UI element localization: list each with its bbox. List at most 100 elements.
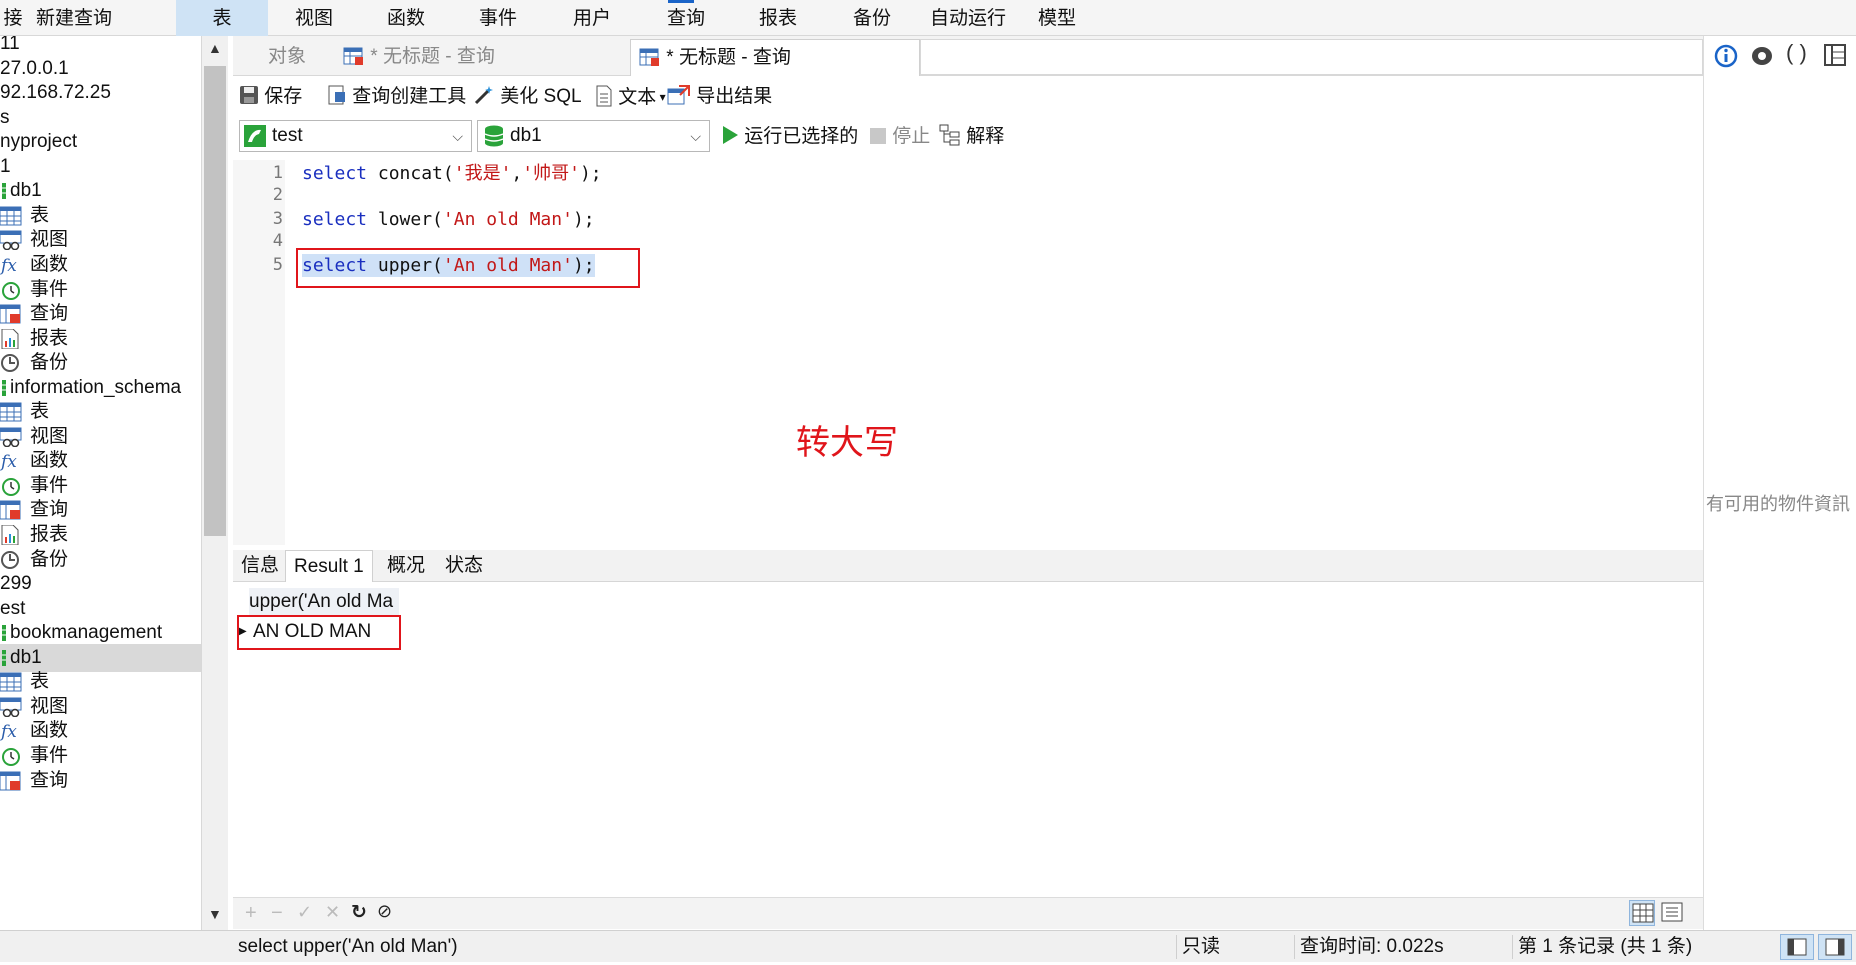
backup-icon bbox=[0, 550, 22, 570]
panel-layout-icon[interactable] bbox=[1824, 44, 1846, 71]
text-document-icon bbox=[596, 85, 612, 107]
stop-button[interactable]: 停止 bbox=[869, 122, 930, 152]
view-icon bbox=[0, 697, 22, 718]
toggle-left-panel-icon[interactable] bbox=[1780, 934, 1814, 960]
menu-reports[interactable]: 报表 bbox=[732, 0, 824, 36]
backup-icon bbox=[0, 353, 22, 373]
status-bar: select upper('An old Man') 只读 查询时间: 0.02… bbox=[0, 930, 1856, 962]
menu-users[interactable]: 用户 bbox=[546, 0, 638, 36]
tab-profile[interactable]: 概况 bbox=[379, 550, 433, 582]
code-line-3[interactable]: select lower('An old Man'); bbox=[302, 208, 595, 231]
scroll-up-arrow-icon[interactable]: ▲ bbox=[208, 40, 222, 56]
ddl-eye-icon[interactable] bbox=[1750, 44, 1774, 73]
status-separator bbox=[1512, 935, 1513, 959]
text-button[interactable]: 文本 ▾ bbox=[595, 82, 666, 112]
menu-functions[interactable]: 函数 bbox=[360, 0, 452, 36]
scroll-down-arrow-icon[interactable]: ▼ bbox=[208, 906, 222, 922]
run-selected-button[interactable]: 运行已选择的 bbox=[721, 122, 858, 152]
line-number-gutter: 1 2 3 4 5 bbox=[233, 160, 285, 545]
magic-wand-icon bbox=[474, 86, 493, 105]
query-tab-icon bbox=[639, 43, 661, 66]
delete-record-icon[interactable]: − bbox=[271, 902, 283, 925]
tab-query-1[interactable]: * 无标题 - 查询 bbox=[335, 39, 625, 76]
connection-select[interactable]: test ⌵ bbox=[239, 120, 472, 152]
menu-connect[interactable]: 接 bbox=[0, 0, 26, 36]
tree-item[interactable]: 查询 bbox=[0, 767, 201, 795]
function-icon: fx bbox=[0, 255, 22, 276]
tab-objects[interactable]: 对象 bbox=[243, 39, 331, 76]
query-icon bbox=[0, 500, 22, 520]
column-header[interactable]: upper('An old Ma bbox=[249, 588, 399, 616]
result-annotation-box bbox=[237, 615, 401, 650]
stop-icon bbox=[870, 128, 886, 144]
view-icon bbox=[0, 230, 22, 251]
status-record-count: 第 1 条记录 (共 1 条) bbox=[1518, 936, 1693, 957]
connection-value: test bbox=[272, 125, 303, 146]
save-icon bbox=[240, 86, 258, 104]
menu-views[interactable]: 视图 bbox=[268, 0, 360, 36]
result-grid[interactable]: upper('An old Ma ▶ AN OLD MAN bbox=[233, 584, 1703, 894]
tab-query-2[interactable]: * 无标题 - 查询 bbox=[630, 39, 920, 76]
function-icon: fx bbox=[0, 721, 22, 742]
menu-new-query[interactable]: 新建查询 bbox=[30, 0, 118, 36]
status-sql: select upper('An old Man') bbox=[238, 936, 458, 957]
event-icon bbox=[0, 280, 22, 300]
line-number: 5 bbox=[272, 255, 283, 275]
toggle-right-panel-icon[interactable] bbox=[1818, 934, 1852, 960]
database-select[interactable]: db1 ⌵ bbox=[477, 120, 710, 152]
tab-info[interactable]: 信息 bbox=[233, 550, 287, 582]
line-number: 3 bbox=[272, 209, 283, 229]
form-view-icon[interactable] bbox=[1661, 902, 1683, 927]
chevron-down-icon: ⌵ bbox=[452, 128, 463, 144]
table-icon bbox=[0, 206, 22, 226]
menu-queries[interactable]: 查询 bbox=[640, 0, 732, 36]
event-icon bbox=[0, 746, 22, 766]
menu-model[interactable]: 模型 bbox=[1018, 0, 1096, 36]
save-button[interactable]: 保存 bbox=[239, 82, 302, 112]
explain-button[interactable]: 解释 bbox=[939, 122, 1004, 152]
function-icon: fx bbox=[0, 451, 22, 472]
add-record-icon[interactable]: + bbox=[245, 902, 257, 925]
connection-toolbar: test ⌵ db1 ⌵ 运行已选择的 停止 解释 bbox=[233, 118, 1703, 156]
database-value: db1 bbox=[510, 125, 542, 146]
discard-icon[interactable]: ✕ bbox=[325, 902, 340, 923]
menu-tables[interactable]: 表 bbox=[176, 0, 268, 36]
code-line-1[interactable]: select concat('我是','帅哥'); bbox=[302, 162, 602, 185]
tab-strip-empty bbox=[920, 39, 1703, 75]
status-readonly: 只读 bbox=[1182, 936, 1221, 957]
grid-view-icon[interactable] bbox=[1629, 900, 1655, 926]
query-builder-icon bbox=[328, 85, 345, 105]
connection-tree[interactable]: 11 27.0.0.1 92.168.72.25 s nyproject 1 db1 表视图 f… bbox=[0, 36, 202, 930]
apply-icon[interactable]: ✓ bbox=[297, 902, 312, 923]
chevron-down-icon: ⌵ bbox=[690, 128, 701, 144]
query-icon bbox=[0, 304, 22, 324]
menu-bar: 接 新建查询 表 视图 函数 事件 用户 查询 报表 备份 自动运行 模型 bbox=[0, 0, 1856, 36]
parentheses-icon[interactable]: ( ) bbox=[1786, 40, 1807, 66]
tab-query-1-label: * 无标题 - 查询 bbox=[370, 46, 495, 67]
sidebar-scrollbar[interactable]: ▲ ▼ bbox=[202, 36, 228, 930]
sidebar-scroll-thumb[interactable] bbox=[204, 66, 226, 536]
export-results-button[interactable]: 导出结果 bbox=[667, 82, 772, 112]
query-toolbar: 保存 查询创建工具 美化 SQL 文本 ▾ 导出结果 bbox=[233, 78, 1703, 116]
view-icon bbox=[0, 427, 22, 448]
menu-backup[interactable]: 备份 bbox=[826, 0, 918, 36]
refresh-icon[interactable]: ↻ bbox=[351, 901, 367, 924]
tab-status[interactable]: 状态 bbox=[437, 550, 491, 582]
document-tabs: 对象 * 无标题 - 查询 * 无标题 - 查询 bbox=[233, 36, 1703, 76]
menu-events[interactable]: 事件 bbox=[452, 0, 544, 36]
export-icon bbox=[667, 85, 690, 105]
info-icon[interactable] bbox=[1714, 44, 1738, 73]
svg-text:fx: fx bbox=[0, 722, 17, 741]
line-number: 4 bbox=[272, 231, 283, 251]
tab-result-1[interactable]: Result 1 bbox=[285, 550, 373, 582]
grid-footer: + − ✓ ✕ ↻ ⊘ bbox=[233, 897, 1703, 929]
report-icon bbox=[0, 524, 22, 546]
sql-editor[interactable]: 1 2 3 4 5 select concat('我是','帅哥'); sele… bbox=[233, 160, 1703, 545]
status-separator bbox=[1176, 935, 1177, 959]
beautify-sql-button[interactable]: 美化 SQL bbox=[473, 82, 582, 112]
stop-loading-icon[interactable]: ⊘ bbox=[377, 901, 392, 922]
result-tabs: 信息 Result 1 概况 状态 bbox=[233, 550, 1703, 582]
query-builder-button[interactable]: 查询创建工具 bbox=[327, 82, 466, 112]
menu-automation[interactable]: 自动运行 bbox=[918, 0, 1018, 36]
tree-item-label: 查询 bbox=[30, 769, 69, 791]
